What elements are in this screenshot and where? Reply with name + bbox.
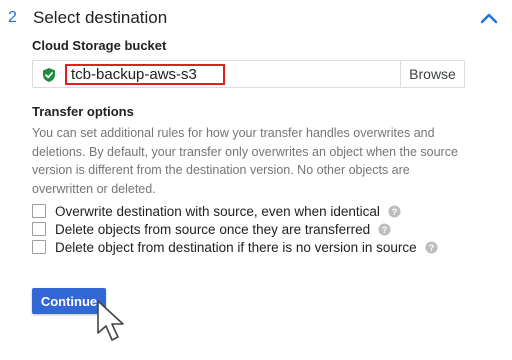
- option-delete-destination: Delete object from destination if there …: [32, 238, 482, 256]
- delete-destination-checkbox[interactable]: [32, 240, 46, 254]
- svg-text:?: ?: [382, 224, 388, 234]
- option-label: Delete object from destination if there …: [55, 239, 417, 255]
- step-header: 2 Select destination: [0, 0, 512, 36]
- help-icon[interactable]: ?: [378, 222, 391, 236]
- transfer-options-description: You can set additional rules for how you…: [32, 126, 458, 196]
- delete-source-checkbox[interactable]: [32, 222, 46, 236]
- browse-button[interactable]: Browse: [400, 61, 464, 87]
- bucket-input[interactable]: [65, 64, 225, 85]
- overwrite-checkbox[interactable]: [32, 204, 46, 218]
- option-overwrite: Overwrite destination with source, even …: [32, 202, 482, 220]
- continue-button[interactable]: Continue: [32, 288, 106, 314]
- svg-text:?: ?: [392, 206, 398, 216]
- option-label: Delete objects from source once they are…: [55, 221, 371, 237]
- svg-text:?: ?: [428, 242, 434, 252]
- bucket-label: Cloud Storage bucket: [32, 38, 167, 53]
- step-title: Select destination: [33, 8, 168, 27]
- transfer-options-label: Transfer options: [32, 104, 134, 119]
- help-icon[interactable]: ?: [425, 240, 438, 254]
- help-icon[interactable]: ?: [388, 204, 401, 218]
- bucket-field: Browse: [32, 60, 465, 88]
- option-delete-source: Delete objects from source once they are…: [32, 220, 482, 238]
- option-label: Overwrite destination with source, even …: [55, 203, 380, 219]
- chevron-up-icon[interactable]: [476, 6, 502, 32]
- step-number: 2: [8, 9, 17, 26]
- lock-check-icon: [41, 67, 57, 83]
